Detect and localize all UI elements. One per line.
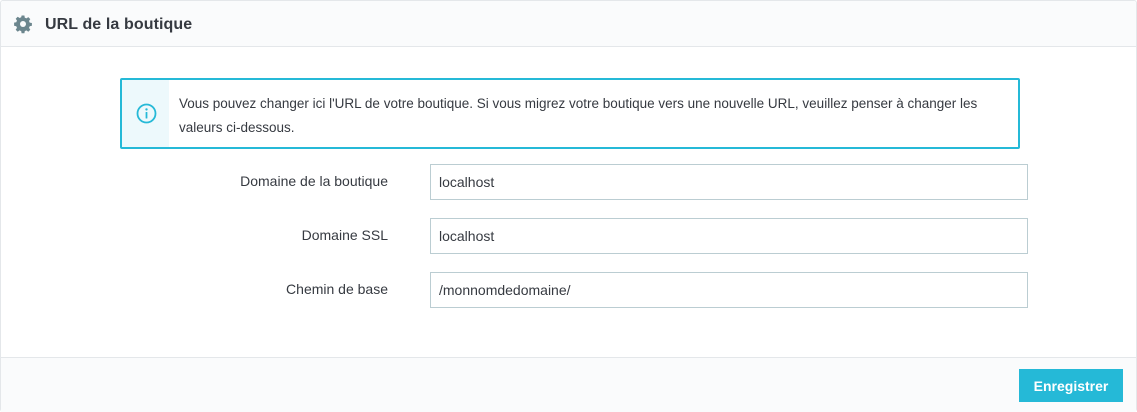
form-row-base-path: Chemin de base bbox=[1, 272, 1136, 308]
info-alert: Vous pouvez changer ici l'URL de votre b… bbox=[120, 78, 1020, 149]
alert-icon-area bbox=[122, 80, 169, 147]
alert-message: Vous pouvez changer ici l'URL de votre b… bbox=[179, 96, 978, 135]
info-icon bbox=[136, 103, 157, 124]
base-path-label: Chemin de base bbox=[286, 281, 388, 297]
panel-footer: Enregistrer bbox=[1, 357, 1136, 412]
ssl-domain-label: Domaine SSL bbox=[301, 227, 388, 243]
form-row-shop-domain: Domaine de la boutique bbox=[1, 164, 1136, 200]
save-button[interactable]: Enregistrer bbox=[1019, 369, 1123, 402]
panel-title: URL de la boutique bbox=[45, 16, 193, 33]
base-path-input[interactable] bbox=[430, 272, 1028, 308]
panel-header: URL de la boutique bbox=[1, 1, 1136, 47]
shop-domain-input[interactable] bbox=[430, 164, 1028, 200]
ssl-domain-input[interactable] bbox=[430, 218, 1028, 254]
shop-url-panel: URL de la boutique Vous pouvez changer i… bbox=[0, 0, 1137, 412]
form-row-ssl-domain: Domaine SSL bbox=[1, 218, 1136, 254]
shop-domain-label: Domaine de la boutique bbox=[240, 173, 388, 189]
gear-icon bbox=[13, 14, 33, 34]
